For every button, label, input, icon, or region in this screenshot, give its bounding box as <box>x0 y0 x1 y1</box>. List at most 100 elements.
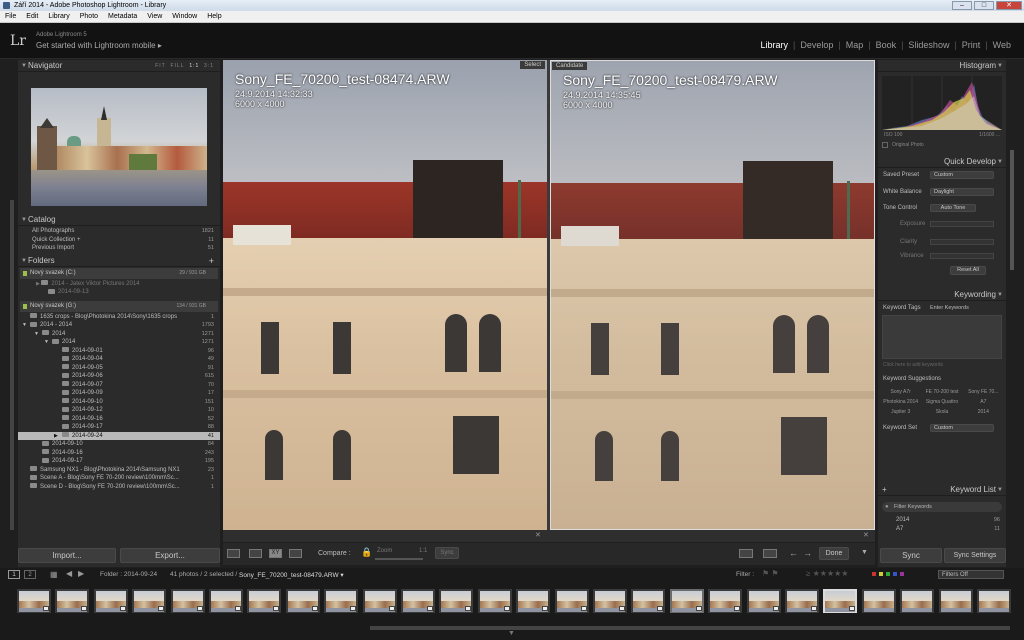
toolbar-menu-icon[interactable]: ▼ <box>861 549 868 556</box>
filters-off-select[interactable]: Filters Off <box>938 570 1004 579</box>
menu-view[interactable]: View <box>142 11 167 22</box>
done-button[interactable]: Done <box>819 547 849 560</box>
grid-view-icon[interactable] <box>227 549 240 558</box>
select-photo[interactable]: Select Sony_FE_70200_test-08474.ARW 24.9… <box>223 60 547 530</box>
filmstrip-collapse-icon[interactable]: ▼ <box>508 630 515 637</box>
label-red[interactable] <box>872 572 876 576</box>
drive-g[interactable]: Nový svazek (G:) 134 / 931 GB <box>20 300 218 312</box>
close-candidate-icon[interactable]: ✕ <box>863 531 869 539</box>
keyword-list-item[interactable]: 2014 96 <box>878 516 1006 525</box>
folder-item[interactable]: 2014-09-10 151 <box>18 398 220 407</box>
module-map[interactable]: Map <box>841 40 869 50</box>
keyword-suggestion[interactable]: A7 <box>963 397 1004 407</box>
folder-item[interactable]: 2014-09-16 243 <box>18 449 220 458</box>
folder-item[interactable]: 2014-09-17 195 <box>18 457 220 466</box>
folder-item[interactable]: 2014-09-06 615 <box>18 372 220 381</box>
auto-tone-button[interactable]: Auto Tone <box>930 204 976 212</box>
menu-metadata[interactable]: Metadata <box>103 11 142 22</box>
filmstrip-thumbnail[interactable] <box>169 588 206 614</box>
export-button[interactable]: Export... <box>120 548 220 563</box>
filmstrip-path[interactable]: Folder : 2014-09-24 <box>100 571 157 578</box>
filmstrip-thumbnail[interactable] <box>668 588 705 614</box>
filmstrip-thumbnail[interactable] <box>208 588 244 614</box>
filmstrip-thumbnail[interactable] <box>323 588 360 614</box>
quick-develop-header[interactable]: Quick Develop ▼ <box>878 156 1006 168</box>
close-select-icon[interactable]: ✕ <box>535 531 541 539</box>
back-arrow-icon[interactable]: ◀ <box>66 569 72 578</box>
sync-button[interactable]: Sync <box>880 548 942 563</box>
keyword-set-select[interactable]: Custom <box>930 423 994 432</box>
zoom-3-1[interactable]: 3:1 <box>204 63 214 69</box>
original-photo-checkbox[interactable] <box>882 142 888 148</box>
keyword-suggestion[interactable]: FE 70-200 test <box>921 387 962 397</box>
folder-item[interactable]: Scene D - Blog\Sony FE 70-200 review\100… <box>18 483 220 492</box>
folder-item[interactable]: 2014-09-17 88 <box>18 423 220 432</box>
keyword-tags-field[interactable] <box>882 314 1002 359</box>
keyword-suggestion[interactable]: Jupiter 3 <box>880 407 921 417</box>
catalog-previous-import[interactable]: Previous Import 51 <box>18 244 220 253</box>
menu-photo[interactable]: Photo <box>75 11 103 22</box>
folder-item[interactable]: 2014-09-13 <box>18 288 220 297</box>
folder-item[interactable]: 2014-09-07 70 <box>18 381 220 390</box>
histogram-header[interactable]: Histogram ▼ <box>878 60 1006 72</box>
flag-filter-icons[interactable]: ⚑ ⚑ <box>762 569 779 578</box>
folder-item[interactable]: ▼ 2014 1271 <box>18 338 220 347</box>
filmstrip-thumbnail[interactable] <box>899 588 936 614</box>
module-library[interactable]: Library <box>755 40 793 50</box>
exposure-buttons[interactable] <box>930 220 994 227</box>
star-rating-filter[interactable]: ≥ ★★★★★ <box>806 569 848 578</box>
filmstrip-thumbnail[interactable] <box>707 588 744 614</box>
survey-view-icon[interactable] <box>289 549 302 558</box>
catalog-quick-collection[interactable]: Quick Collection + 11 <box>18 236 220 245</box>
label-blue[interactable] <box>893 572 897 576</box>
catalog-header[interactable]: ▼ Catalog <box>18 214 220 226</box>
catalog-all-photographs[interactable]: All Photographs 1821 <box>18 227 220 236</box>
grid-icon[interactable]: ▦ <box>50 570 58 579</box>
filmstrip-thumbnail[interactable] <box>937 588 974 614</box>
module-develop[interactable]: Develop <box>795 40 838 50</box>
filmstrip-thumbnail[interactable] <box>592 588 628 614</box>
drive-c[interactable]: Nový svazek (C:) 29 / 931 GB <box>20 267 218 279</box>
candidate-photo[interactable]: Candidate Sony_FE_70200_test-08479.ARW 2… <box>550 60 875 530</box>
folder-item[interactable]: Samsung NX1 - Blog\Photokina 2014\Samsun… <box>18 466 220 475</box>
folder-item[interactable]: 2014-09-10 84 <box>18 440 220 449</box>
compare-view-icon[interactable]: XY <box>269 549 282 558</box>
label-purple[interactable] <box>900 572 904 576</box>
right-panel-scrollbar[interactable] <box>1010 150 1014 270</box>
folder-item[interactable]: ▼ 2014 - 2014 1793 <box>18 321 220 330</box>
filmstrip-thumbnail[interactable] <box>476 588 513 614</box>
zoom-fit[interactable]: FIT <box>155 63 166 69</box>
module-web[interactable]: Web <box>988 40 1016 50</box>
filmstrip-thumbnail[interactable] <box>745 588 782 614</box>
folder-item[interactable]: ▼ 2014 1271 <box>18 330 220 339</box>
filmstrip-thumbnail[interactable] <box>400 588 436 614</box>
swap-icon[interactable] <box>739 549 753 558</box>
lock-icon[interactable]: 🔒 <box>361 547 372 558</box>
disclosure-triangle-icon[interactable]: ▼ <box>34 330 42 339</box>
mobile-link[interactable]: Get started with Lightroom mobile ▸ <box>36 41 162 50</box>
label-green[interactable] <box>886 572 890 576</box>
disclosure-triangle-icon[interactable]: ▶ <box>54 432 62 441</box>
close-button[interactable]: ✕ <box>996 1 1022 10</box>
white-balance-select[interactable]: Daylight <box>930 187 994 196</box>
vibrance-buttons[interactable] <box>930 252 994 259</box>
folder-item[interactable]: 2014-09-05 91 <box>18 364 220 373</box>
import-button[interactable]: Import... <box>18 548 116 563</box>
folder-item[interactable]: 2014-09-01 96 <box>18 347 220 356</box>
page-2-button[interactable]: 2 <box>24 570 36 579</box>
menu-file[interactable]: File <box>0 11 21 22</box>
filmstrip-thumbnail[interactable] <box>860 588 897 614</box>
add-folder-icon[interactable]: + <box>209 255 214 267</box>
keyword-suggestion[interactable]: Sony FE 70... <box>963 387 1004 397</box>
loupe-view-icon[interactable] <box>249 549 262 558</box>
keyword-suggestion[interactable]: Sony A7r <box>880 387 921 397</box>
filmstrip-thumbnail[interactable] <box>822 588 859 614</box>
disclosure-triangle-icon[interactable]: ▼ <box>22 321 30 330</box>
clarity-buttons[interactable] <box>930 239 994 245</box>
filmstrip-filename[interactable]: Sony_FE_70200_test-08479.ARW ▾ <box>239 571 344 579</box>
keyword-list-item[interactable]: A7 11 <box>878 525 1006 534</box>
disclosure-triangle-icon[interactable]: ▼ <box>44 338 52 347</box>
folder-item[interactable]: ▶ 2014-09-24 41 <box>18 431 220 441</box>
keyword-list-header[interactable]: + Keyword List ▼ <box>878 484 1006 496</box>
navigator-thumbnail[interactable] <box>31 88 207 206</box>
